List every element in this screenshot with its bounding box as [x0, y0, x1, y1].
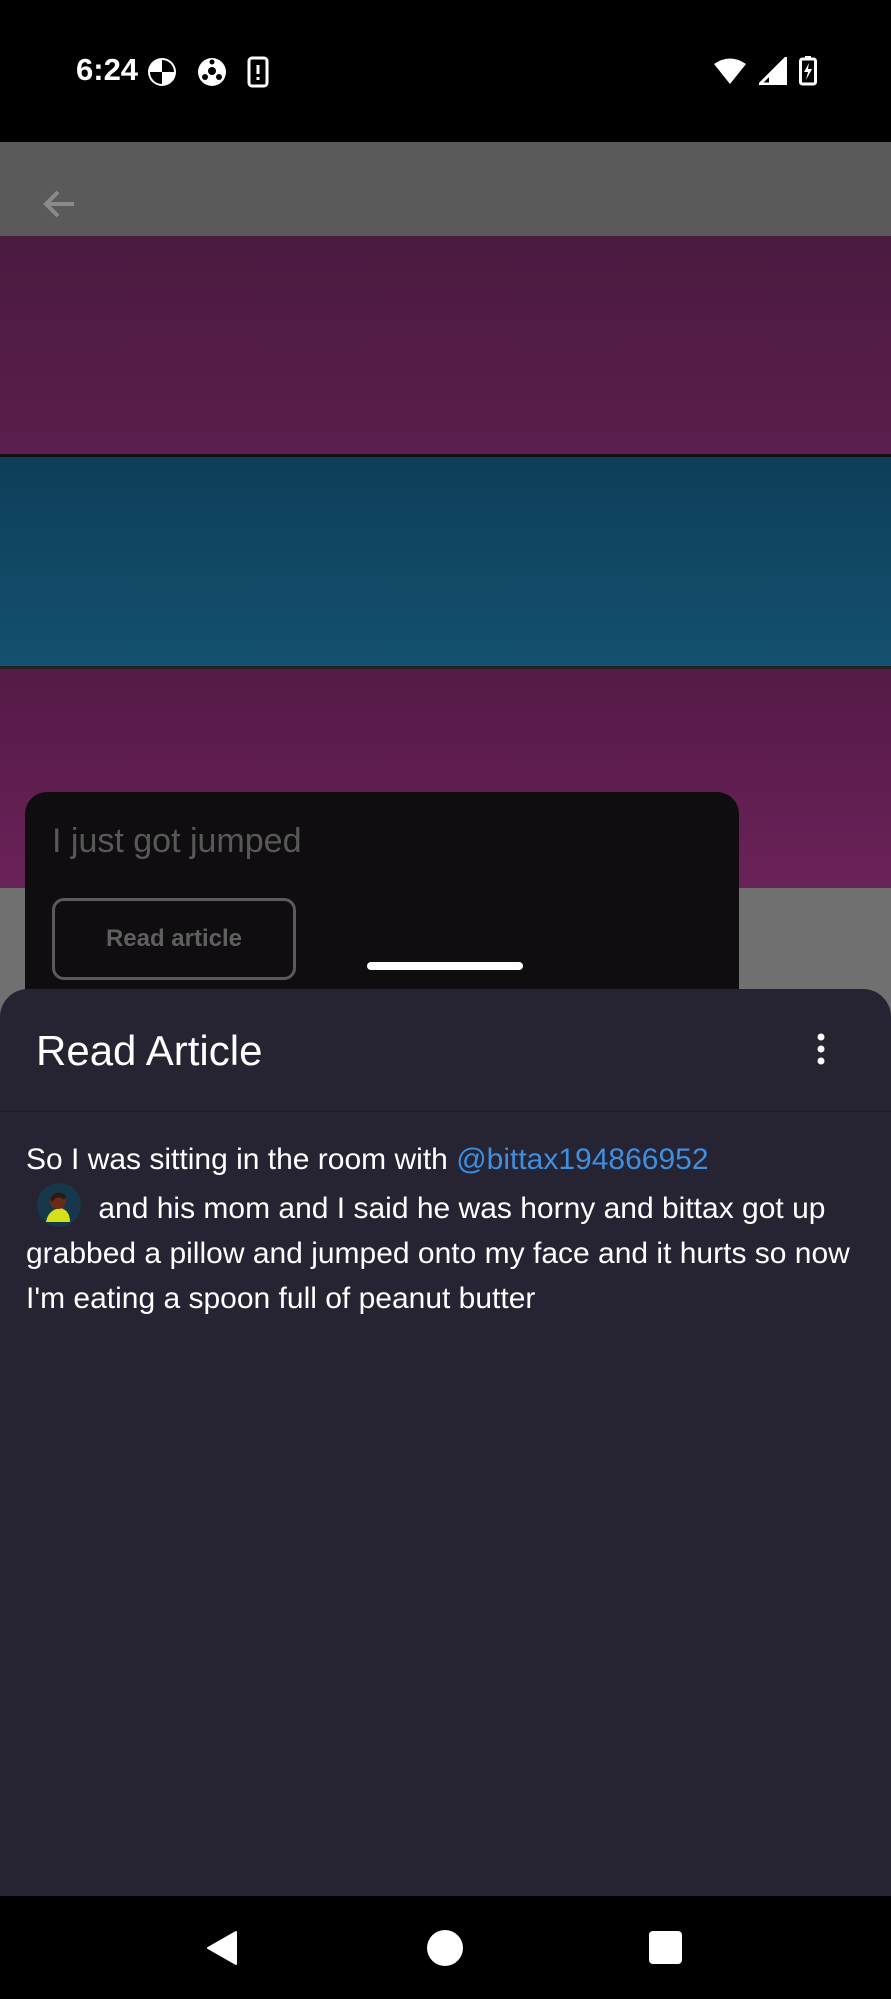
soccer-ball-icon	[196, 56, 228, 93]
status-time: 6:24	[76, 52, 139, 87]
media-icon	[146, 56, 178, 93]
article-card: I just got jumped Read article	[25, 792, 739, 1012]
read-article-sheet: Read Article So I was sitting in the roo…	[0, 989, 891, 1896]
article-text-start: So I was sitting in the room with	[26, 1143, 457, 1176]
nav-recents-icon[interactable]	[649, 1931, 682, 1964]
alert-phone-icon	[246, 56, 270, 93]
sheet-title: Read Article	[36, 1027, 263, 1074]
user-avatar-icon	[36, 1182, 82, 1228]
article-body: So I was sitting in the room with @bitta…	[26, 1137, 874, 1321]
article-card-title: I just got jumped	[52, 822, 302, 860]
navigation-bar	[0, 1896, 891, 1999]
more-vert-icon[interactable]	[808, 1029, 834, 1073]
drag-handle[interactable]	[367, 962, 523, 970]
sheet-header: Read Article	[0, 989, 891, 1112]
nav-back-icon[interactable]	[204, 1930, 240, 1971]
user-mention-link[interactable]: @bittax194866952	[456, 1143, 708, 1176]
status-bar: 6:24	[0, 0, 891, 142]
status-notification-icons	[146, 56, 270, 93]
nav-home-icon[interactable]	[427, 1930, 463, 1966]
app-bar	[0, 142, 891, 236]
wifi-icon	[713, 57, 747, 90]
signal-icon	[756, 54, 788, 90]
read-article-button[interactable]: Read article	[52, 898, 296, 980]
battery-charging-icon	[799, 56, 817, 91]
status-system-icons	[713, 54, 817, 91]
header-image-stripe	[0, 454, 891, 669]
article-text-rest: and his mom and I said he was horny and …	[26, 1192, 850, 1315]
back-arrow-icon[interactable]	[38, 182, 82, 226]
header-image-stripe	[0, 236, 891, 454]
